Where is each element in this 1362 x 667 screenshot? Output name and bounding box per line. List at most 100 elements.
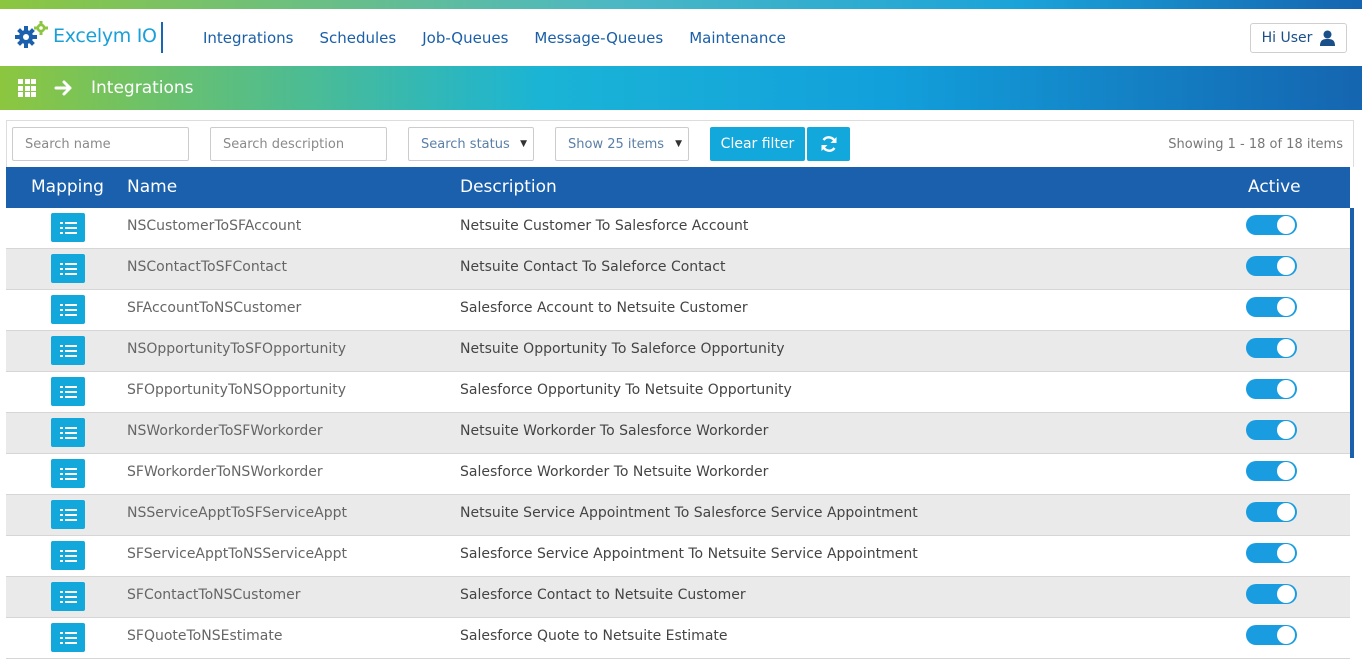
table-row: NSServiceApptToSFServiceAppt Netsuite Ser…	[6, 495, 1350, 536]
status-select-value: Search status	[421, 136, 510, 152]
logo[interactable]: Excelym IO	[14, 20, 157, 52]
list-icon	[59, 262, 77, 275]
toggle-knob	[1277, 421, 1295, 439]
integration-name: SFOpportunityToNSOpportunity	[127, 382, 347, 398]
list-icon	[59, 426, 77, 439]
column-header-description[interactable]: Description	[460, 177, 557, 197]
scrollbar[interactable]	[1350, 208, 1354, 458]
active-toggle[interactable]	[1246, 215, 1297, 235]
integration-description: Netsuite Opportunity To Saleforce Opport…	[460, 341, 785, 357]
integration-description: Salesforce Service Appointment To Netsui…	[460, 546, 918, 562]
mapping-button[interactable]	[51, 459, 85, 488]
integration-name: SFContactToNSCustomer	[127, 587, 301, 603]
breadcrumb: Integrations	[0, 66, 1362, 110]
integration-name: NSOpportunityToSFOpportunity	[127, 341, 347, 357]
column-header-mapping[interactable]: Mapping	[31, 177, 104, 197]
integration-description: Salesforce Contact to Netsuite Customer	[460, 587, 746, 603]
search-name-input[interactable]	[12, 127, 189, 161]
mapping-button[interactable]	[51, 213, 85, 242]
app-header: Excelym IO Integrations Schedules Job-Qu…	[0, 9, 1362, 66]
active-toggle[interactable]	[1246, 502, 1297, 522]
mapping-button[interactable]	[51, 582, 85, 611]
active-toggle[interactable]	[1246, 297, 1297, 317]
list-icon	[59, 344, 77, 357]
user-greeting: Hi User	[1261, 30, 1313, 46]
nav-schedules[interactable]: Schedules	[319, 29, 396, 47]
top-gradient-stripe	[0, 0, 1362, 9]
table-row: NSWorkorderToSFWorkorder Netsuite Workord…	[6, 413, 1350, 454]
integration-name: SFQuoteToNSEstimate	[127, 628, 283, 644]
gears-icon	[15, 21, 48, 48]
status-select[interactable]: Search status ▼	[408, 127, 534, 161]
clear-filter-button[interactable]: Clear filter	[710, 127, 805, 161]
caret-down-icon: ▼	[520, 139, 527, 149]
toggle-knob	[1277, 544, 1295, 562]
toggle-knob	[1277, 503, 1295, 521]
arrow-right-icon	[54, 80, 72, 96]
active-toggle[interactable]	[1246, 461, 1297, 481]
integrations-table: NSCustomerToSFAccount Netsuite Customer T…	[6, 208, 1350, 667]
integration-description: Salesforce Quote to Netsuite Estimate	[460, 628, 728, 644]
logo-text: Excelym IO	[53, 25, 157, 47]
page-title: Integrations	[91, 78, 194, 98]
page-size-select[interactable]: Show 25 items ▼	[555, 127, 689, 161]
table-row: SFServiceApptToNSServiceAppt Salesforce S…	[6, 536, 1350, 577]
active-toggle[interactable]	[1246, 338, 1297, 358]
toggle-knob	[1277, 257, 1295, 275]
table-row: SFOpportunityToNSOpportunity Salesforce O…	[6, 372, 1350, 413]
column-header-name[interactable]: Name	[127, 177, 177, 197]
active-toggle[interactable]	[1246, 584, 1297, 604]
mapping-button[interactable]	[51, 336, 85, 365]
mapping-button[interactable]	[51, 377, 85, 406]
active-toggle[interactable]	[1246, 256, 1297, 276]
toggle-knob	[1277, 380, 1295, 398]
table-row: NSOpportunityToSFOpportunity Netsuite Opp…	[6, 331, 1350, 372]
integration-name: NSContactToSFContact	[127, 259, 287, 275]
search-description-input[interactable]	[210, 127, 387, 161]
mapping-button[interactable]	[51, 418, 85, 447]
refresh-button[interactable]	[807, 127, 850, 161]
toggle-knob	[1277, 216, 1295, 234]
mapping-button[interactable]	[51, 254, 85, 283]
integration-description: Netsuite Workorder To Salesforce Workord…	[460, 423, 769, 439]
list-icon	[59, 590, 77, 603]
integration-name: NSCustomerToSFAccount	[127, 218, 302, 234]
integration-description: Salesforce Workorder To Netsuite Workord…	[460, 464, 769, 480]
toggle-knob	[1277, 339, 1295, 357]
table-row: NSContactToSFContact Netsuite Contact To …	[6, 249, 1350, 290]
table-row: NSCustomerToSFAccount Netsuite Customer T…	[6, 208, 1350, 249]
list-icon	[59, 508, 77, 521]
mapping-button[interactable]	[51, 500, 85, 529]
nav-integrations[interactable]: Integrations	[203, 29, 293, 47]
filter-bar: Search status ▼ Show 25 items ▼ Clear fi…	[6, 120, 1354, 167]
active-toggle[interactable]	[1246, 420, 1297, 440]
main-nav: Integrations Schedules Job-Queues Messag…	[203, 9, 812, 66]
caret-down-icon: ▼	[675, 139, 682, 149]
nav-message-queues[interactable]: Message-Queues	[534, 29, 663, 47]
table-row: SFQuoteToNSEstimate Salesforce Quote to N…	[6, 618, 1350, 659]
logo-divider	[161, 22, 163, 53]
refresh-icon	[821, 136, 836, 152]
mapping-button[interactable]	[51, 541, 85, 570]
active-toggle[interactable]	[1246, 543, 1297, 563]
page-size-select-value: Show 25 items	[568, 136, 665, 152]
table-row: SFWorkorderToNSWorkorder Salesforce Worko…	[6, 454, 1350, 495]
active-toggle[interactable]	[1246, 625, 1297, 645]
table-row: SFContactToNSCustomer Salesforce Contact …	[6, 577, 1350, 618]
nav-job-queues[interactable]: Job-Queues	[422, 29, 508, 47]
pagination-summary: Showing 1 - 18 of 18 items	[1168, 137, 1343, 152]
toggle-knob	[1277, 585, 1295, 603]
integration-name: SFServiceApptToNSServiceAppt	[127, 546, 347, 562]
active-toggle[interactable]	[1246, 379, 1297, 399]
integration-description: Netsuite Contact To Saleforce Contact	[460, 259, 726, 275]
apps-grid-icon[interactable]	[18, 79, 36, 97]
integration-description: Netsuite Customer To Salesforce Account	[460, 218, 749, 234]
mapping-button[interactable]	[51, 623, 85, 652]
integration-name: NSWorkorderToSFWorkorder	[127, 423, 323, 439]
integration-description: Netsuite Service Appointment To Salesfor…	[460, 505, 918, 521]
list-icon	[59, 303, 77, 316]
mapping-button[interactable]	[51, 295, 85, 324]
column-header-active[interactable]: Active	[1248, 177, 1301, 197]
user-menu-button[interactable]: Hi User	[1250, 23, 1347, 53]
nav-maintenance[interactable]: Maintenance	[689, 29, 786, 47]
